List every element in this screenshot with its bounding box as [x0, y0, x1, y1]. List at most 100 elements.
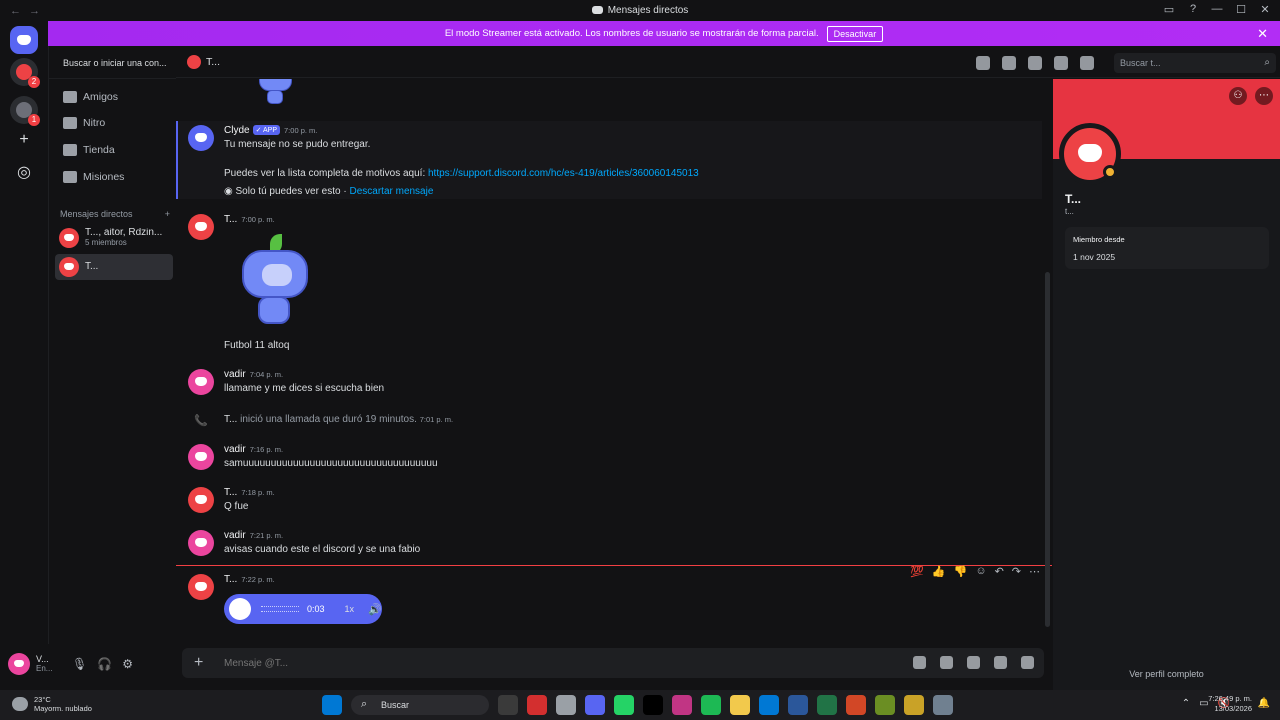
user-profile-icon[interactable]: [1080, 56, 1094, 70]
help-icon[interactable]: ?: [1186, 3, 1200, 16]
avatar[interactable]: [188, 214, 214, 240]
idle-status-icon: [1103, 165, 1117, 179]
microphone-icon[interactable]: 🎙: [72, 657, 87, 671]
weather-widget[interactable]: 23°C Mayorm. nublado: [12, 695, 92, 713]
thumbs-up-icon[interactable]: 👍: [932, 565, 946, 578]
chrome-icon[interactable]: [556, 695, 576, 715]
dismiss-message-link[interactable]: Descartar mensaje: [349, 186, 433, 197]
taskbar-search[interactable]: Buscar: [351, 695, 489, 715]
word-icon[interactable]: [788, 695, 808, 715]
spotify-icon[interactable]: [701, 695, 721, 715]
add-friend-icon[interactable]: ⚇: [1229, 87, 1247, 105]
composer-tools: [913, 656, 1034, 669]
headphones-icon[interactable]: 🎧: [97, 657, 112, 671]
forward-icon[interactable]: ↷: [1012, 565, 1021, 578]
user-avatar[interactable]: [8, 653, 30, 675]
home-button[interactable]: [10, 26, 38, 54]
message-header: vadir 7:16 p. m.: [224, 444, 284, 455]
discover-icon[interactable]: ◎: [13, 161, 35, 183]
minecraft-icon[interactable]: [875, 695, 895, 715]
attach-plus-icon[interactable]: +: [194, 654, 210, 672]
avatar[interactable]: [188, 574, 214, 600]
server-icon[interactable]: 2: [10, 58, 40, 88]
close-button[interactable]: ✕: [1258, 3, 1272, 16]
avatar[interactable]: [188, 487, 214, 513]
settings-gear-icon[interactable]: ⚙: [122, 657, 133, 671]
unread-badge: 2: [28, 76, 40, 88]
apps-icon[interactable]: [1021, 656, 1034, 669]
search-input[interactable]: Buscar t... ⌕: [1114, 53, 1276, 73]
app-icon[interactable]: [904, 695, 924, 715]
play-button[interactable]: [229, 598, 251, 620]
dm-item-group[interactable]: T..., aitor, Rdzin... 5 miembros: [55, 225, 173, 251]
divider: [49, 78, 176, 79]
task-view-icon[interactable]: [498, 695, 518, 715]
avatar[interactable]: [188, 444, 214, 470]
whatsapp-icon[interactable]: [614, 695, 634, 715]
playback-speed-button[interactable]: 1x: [345, 604, 355, 614]
dm-item-active[interactable]: T...: [55, 254, 173, 280]
sidebar-item-nitro[interactable]: Nitro: [57, 111, 175, 135]
calculator-icon[interactable]: [759, 695, 779, 715]
find-conversation-button[interactable]: Buscar o iniciar una con...: [55, 54, 173, 72]
notifications-bell-icon[interactable]: 🔔: [1258, 698, 1270, 709]
inbox-icon[interactable]: ▭: [1162, 3, 1176, 16]
close-icon[interactable]: ✕: [1257, 26, 1268, 42]
chevron-up-icon[interactable]: ⌃: [1182, 698, 1190, 709]
message-hover-actions: 💯 👍 👎 ☺ ↶ ↷ ⋯: [890, 561, 1040, 581]
voice-duration: 0:03: [307, 604, 325, 614]
search-icon: ⌕: [1264, 57, 1270, 68]
waveform[interactable]: [261, 606, 299, 612]
avatar: [59, 257, 79, 277]
add-server-icon[interactable]: +: [13, 129, 35, 151]
file-explorer-icon[interactable]: [730, 695, 750, 715]
sidebar-item-shop[interactable]: Tienda: [57, 138, 175, 162]
discord-taskbar-icon[interactable]: [585, 695, 605, 715]
pinned-messages-icon[interactable]: [1028, 56, 1042, 70]
scrollbar[interactable]: [1045, 272, 1050, 627]
start-windows-icon[interactable]: [322, 695, 342, 715]
sticker-image: [256, 79, 294, 107]
more-options-icon[interactable]: ⋯: [1029, 565, 1040, 578]
disable-streamer-button[interactable]: Desactivar: [826, 25, 884, 42]
gift-icon[interactable]: [913, 656, 926, 669]
more-options-icon[interactable]: ⋯: [1255, 87, 1273, 105]
message-text: samuuuuuuuuuuuuuuuuuuuuuuuuuuuuuuuuuuu: [224, 458, 438, 469]
thumbs-down-icon[interactable]: 👎: [954, 565, 968, 578]
view-full-profile-link[interactable]: Ver perfil completo: [1053, 669, 1280, 679]
gif-icon[interactable]: [940, 656, 953, 669]
maximize-button[interactable]: ☐: [1234, 3, 1248, 16]
avatar[interactable]: [188, 530, 214, 556]
reaction-100-icon[interactable]: 💯: [910, 565, 924, 578]
voice-call-icon[interactable]: [976, 56, 990, 70]
sidebar-item-friends[interactable]: Amigos: [57, 85, 175, 109]
reply-icon[interactable]: ↶: [995, 565, 1004, 578]
opera-icon[interactable]: [527, 695, 547, 715]
excel-icon[interactable]: [817, 695, 837, 715]
settings-icon[interactable]: [933, 695, 953, 715]
sidebar-item-quests[interactable]: Misiones: [57, 165, 175, 189]
volume-icon[interactable]: 🔊: [368, 603, 382, 616]
emoji-icon[interactable]: [994, 656, 1007, 669]
chat-header: T... Buscar t... ⌕: [176, 46, 1280, 78]
taskbar-apps: Buscar: [322, 695, 953, 715]
tiktok-icon[interactable]: [643, 695, 663, 715]
server-icon[interactable]: 1: [10, 96, 40, 126]
support-link[interactable]: https://support.discord.com/hc/es-419/ar…: [428, 168, 699, 179]
message-input[interactable]: [224, 657, 824, 669]
add-friends-to-dm-icon[interactable]: [1054, 56, 1068, 70]
user-profile-panel: ⚇ ⋯ T... t... Miembro desde 1 nov 2025 V…: [1053, 79, 1280, 690]
chat-title: T...: [206, 55, 221, 68]
minimize-button[interactable]: —: [1210, 3, 1224, 16]
create-dm-button[interactable]: +: [165, 209, 170, 219]
avatar[interactable]: [188, 369, 214, 395]
instagram-icon[interactable]: [672, 695, 692, 715]
clyde-avatar[interactable]: [188, 125, 214, 151]
network-icon[interactable]: ▭: [1199, 698, 1208, 709]
powerpoint-icon[interactable]: [846, 695, 866, 715]
video-call-icon[interactable]: [1002, 56, 1016, 70]
add-reaction-icon[interactable]: ☺: [975, 565, 986, 577]
sticker-icon[interactable]: [967, 656, 980, 669]
clock[interactable]: 7:26:49 p. m. 13/03/2026: [1208, 694, 1252, 714]
message-header: T... 7:18 p. m.: [224, 487, 275, 498]
